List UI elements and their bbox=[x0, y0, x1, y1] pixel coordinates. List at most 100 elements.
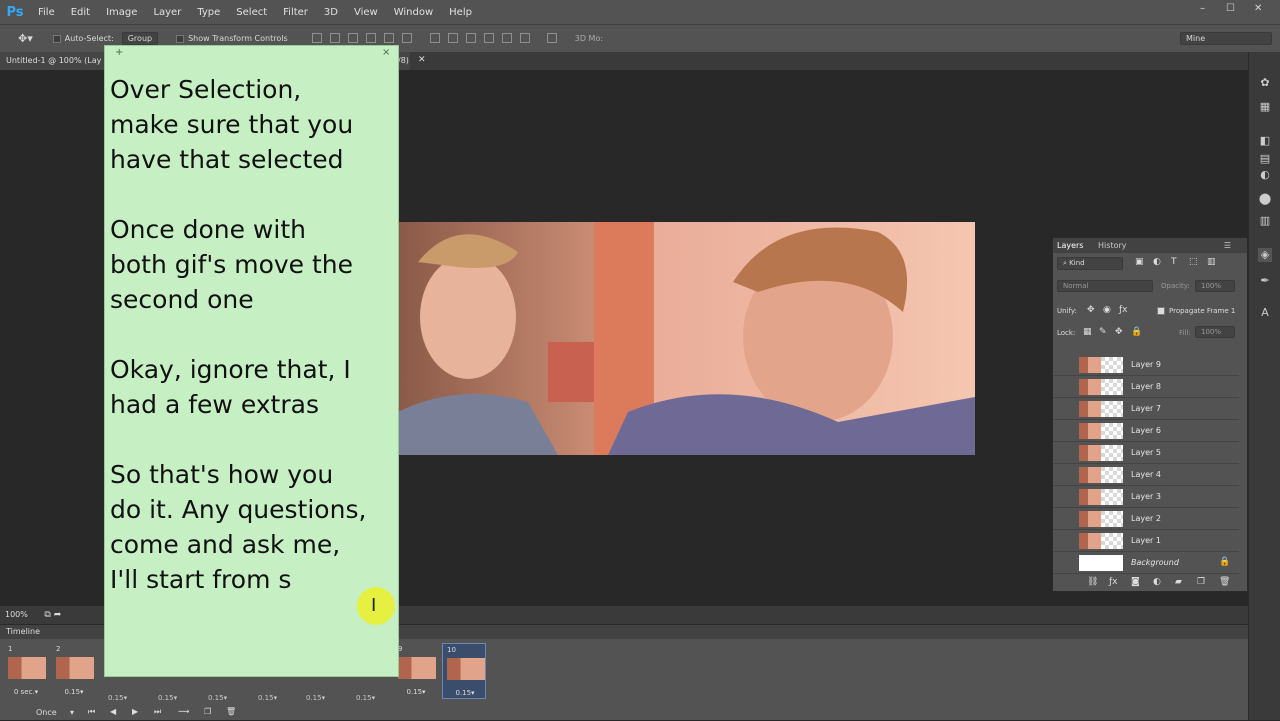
adjustment-layer-icon[interactable]: ◐ bbox=[1153, 577, 1161, 587]
visibility-toggle[interactable] bbox=[1059, 470, 1069, 480]
filter-kind-dropdown[interactable]: ⌕ Kind bbox=[1057, 257, 1123, 270]
distribute-top-icon[interactable] bbox=[430, 32, 441, 43]
frame-delay[interactable]: 0.15▾ bbox=[108, 694, 127, 702]
duplicate-frame-icon[interactable]: ❐ bbox=[204, 707, 211, 716]
propagate-frame-checkbox[interactable]: Propagate Frame 1 bbox=[1157, 307, 1235, 315]
filter-adjustment-icon[interactable]: ◐ bbox=[1153, 257, 1161, 267]
distribute-right-icon[interactable] bbox=[520, 32, 531, 43]
frame-delay[interactable]: 0.15▾ bbox=[258, 694, 277, 702]
frame-delay[interactable]: 0.15▾ bbox=[52, 688, 96, 696]
visibility-toggle[interactable] bbox=[1059, 514, 1069, 524]
timeline-frame[interactable]: 2 0.15▾ bbox=[52, 643, 96, 699]
visibility-toggle[interactable] bbox=[1059, 426, 1069, 436]
menu-view[interactable]: View bbox=[346, 7, 386, 18]
unify-position-icon[interactable]: ✥ bbox=[1087, 305, 1095, 315]
frame-delay[interactable]: 0.15▾ bbox=[306, 694, 325, 702]
blend-mode-dropdown[interactable]: Normal bbox=[1057, 280, 1153, 292]
align-left-icon[interactable] bbox=[365, 32, 376, 43]
delete-layer-icon[interactable]: 🗑 bbox=[1219, 577, 1230, 587]
new-group-icon[interactable]: ▰ bbox=[1175, 577, 1182, 587]
first-frame-icon[interactable]: ⏮ bbox=[88, 707, 95, 717]
distribute-left-icon[interactable] bbox=[484, 32, 495, 43]
layers-panel-icon[interactable]: ◈ bbox=[1258, 248, 1272, 262]
distribute-middle-icon[interactable] bbox=[448, 32, 459, 43]
sticky-note-text[interactable]: Over Selection, make sure that you have … bbox=[110, 72, 390, 597]
channels-icon[interactable]: ⬤ bbox=[1258, 192, 1272, 206]
visibility-toggle[interactable] bbox=[1059, 448, 1069, 458]
tween-icon[interactable]: ⟿ bbox=[178, 707, 189, 716]
layer-row[interactable]: Layer 2 bbox=[1053, 508, 1239, 530]
navigator-icon[interactable]: ◐ bbox=[1258, 168, 1272, 182]
menu-file[interactable]: File bbox=[30, 7, 63, 18]
add-mask-icon[interactable]: ◙ bbox=[1131, 577, 1140, 587]
unify-style-icon[interactable]: ƒx bbox=[1119, 305, 1128, 315]
tab-layers[interactable]: Layers bbox=[1057, 241, 1083, 250]
new-layer-icon[interactable]: ❐ bbox=[1197, 577, 1205, 587]
frame-delay[interactable]: 0.15▾ bbox=[443, 689, 487, 697]
play-icon[interactable]: ▶︎ bbox=[132, 707, 138, 716]
layer-row[interactable]: Layer 1 bbox=[1053, 530, 1239, 552]
layer-row[interactable]: Layer 4 bbox=[1053, 464, 1239, 486]
layer-style-icon[interactable]: ƒx bbox=[1109, 577, 1118, 587]
distribute-center-icon[interactable] bbox=[502, 32, 513, 43]
menu-image[interactable]: Image bbox=[98, 7, 145, 18]
menu-window[interactable]: Window bbox=[386, 7, 441, 18]
close-note-icon[interactable]: × bbox=[382, 47, 390, 58]
fill-input[interactable]: 100% bbox=[1195, 326, 1235, 338]
show-transform-checkbox[interactable]: Show Transform Controls bbox=[176, 34, 288, 43]
loop-dropdown[interactable]: Once bbox=[36, 708, 57, 717]
unify-visibility-icon[interactable]: ◉ bbox=[1103, 305, 1111, 315]
link-layers-icon[interactable]: ⛓ bbox=[1087, 577, 1098, 587]
maximize-button[interactable]: ☐ bbox=[1226, 3, 1235, 14]
visibility-toggle[interactable] bbox=[1059, 360, 1069, 370]
distribute-bottom-icon[interactable] bbox=[466, 32, 477, 43]
filter-shape-icon[interactable]: ⬚ bbox=[1189, 257, 1198, 267]
auto-select-dropdown[interactable]: Group bbox=[121, 32, 159, 45]
frame-delay[interactable]: 0 sec.▾ bbox=[4, 688, 48, 696]
align-center-icon[interactable] bbox=[383, 32, 394, 43]
visibility-toggle[interactable] bbox=[1059, 382, 1069, 392]
timeline-frame-selected[interactable]: 10 0.15▾ bbox=[442, 643, 486, 699]
prev-frame-icon[interactable]: ◀︎ bbox=[110, 707, 116, 716]
layer-row[interactable]: Layer 7 bbox=[1053, 398, 1239, 420]
layer-row[interactable]: Layer 8 bbox=[1053, 376, 1239, 398]
align-top-icon[interactable] bbox=[311, 32, 322, 43]
visibility-toggle[interactable] bbox=[1059, 492, 1069, 502]
align-right-icon[interactable] bbox=[401, 32, 412, 43]
styles-icon[interactable]: ▤ bbox=[1258, 152, 1272, 166]
filter-smart-object-icon[interactable]: ▥ bbox=[1207, 257, 1216, 267]
frame-delay[interactable]: 0.15▾ bbox=[208, 694, 227, 702]
note-scrollbar[interactable] bbox=[386, 66, 396, 666]
timeline-frame[interactable]: 1 0 sec.▾ bbox=[4, 643, 48, 699]
menu-3d[interactable]: 3D bbox=[316, 7, 346, 18]
layer-row[interactable]: Layer 3 bbox=[1053, 486, 1239, 508]
menu-select[interactable]: Select bbox=[228, 7, 275, 18]
menu-filter[interactable]: Filter bbox=[275, 7, 316, 18]
move-tool-icon[interactable]: ✥▾ bbox=[18, 32, 33, 45]
delete-frame-icon[interactable]: 🗑 bbox=[226, 707, 236, 716]
paths-icon[interactable]: ▥ bbox=[1258, 214, 1272, 228]
minimize-button[interactable]: – bbox=[1200, 3, 1205, 14]
align-middle-icon[interactable] bbox=[329, 32, 340, 43]
lock-transparent-icon[interactable]: ▦ bbox=[1083, 327, 1092, 337]
close-tab-icon[interactable]: ✕ bbox=[418, 55, 426, 65]
opacity-input[interactable]: 100% bbox=[1195, 280, 1235, 292]
auto-select-checkbox[interactable]: Auto-Select: bbox=[52, 34, 114, 43]
close-window-button[interactable]: ✕ bbox=[1254, 3, 1262, 14]
visibility-toggle[interactable] bbox=[1059, 404, 1069, 414]
workspace-dropdown[interactable]: Mine bbox=[1180, 32, 1272, 45]
layer-row[interactable]: Layer 9 bbox=[1053, 354, 1239, 376]
frame-delay[interactable]: 0.15▾ bbox=[356, 694, 375, 702]
timeline-frame[interactable]: 9 0.15▾ bbox=[394, 643, 438, 699]
menu-layer[interactable]: Layer bbox=[145, 7, 189, 18]
zoom-level[interactable]: 100% bbox=[5, 610, 28, 619]
frame-delay[interactable]: 0.15▾ bbox=[394, 688, 438, 696]
frame-delay[interactable]: 0.15▾ bbox=[158, 694, 177, 702]
menu-edit[interactable]: Edit bbox=[63, 7, 98, 18]
lock-all-icon[interactable]: 🔒 bbox=[1131, 327, 1142, 337]
loop-dropdown-arrow-icon[interactable]: ▾ bbox=[70, 708, 74, 717]
color-wheel-icon[interactable]: ✿ bbox=[1258, 76, 1272, 90]
swatches-icon[interactable]: ▦ bbox=[1258, 100, 1272, 114]
auto-align-icon[interactable] bbox=[546, 32, 557, 43]
menu-help[interactable]: Help bbox=[441, 7, 480, 18]
